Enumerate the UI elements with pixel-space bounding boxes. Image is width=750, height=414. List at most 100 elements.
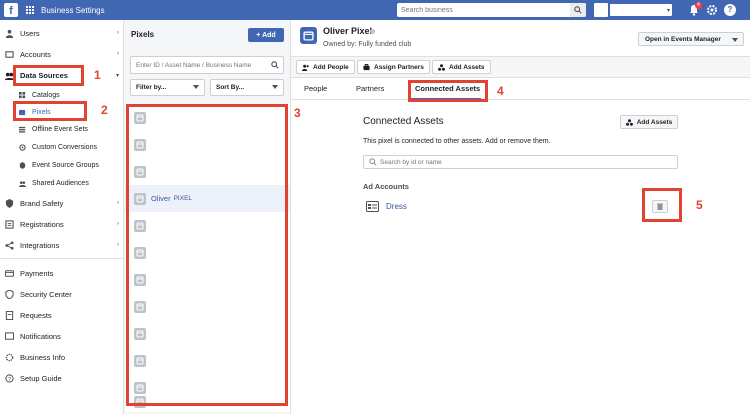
- partners-icon: [363, 63, 370, 70]
- pixels-panel-title: Pixels: [131, 30, 155, 39]
- add-assets-label: Add Assets: [636, 118, 673, 126]
- sidebar-item-label: Users: [20, 28, 40, 38]
- notifications-icon: [5, 331, 14, 340]
- filter-dropdown[interactable]: Filter by...: [130, 79, 205, 96]
- pixel-search: [130, 56, 284, 74]
- pixel-icon: [300, 27, 317, 44]
- sidebar-item-accounts[interactable]: Accounts ›: [0, 45, 124, 63]
- business-search: [397, 3, 586, 17]
- sidebar-item-label: Business Info: [20, 352, 66, 362]
- ad-account-link[interactable]: Dress: [386, 202, 407, 211]
- asset-search-input[interactable]: [377, 158, 677, 166]
- shield-icon: [5, 198, 14, 208]
- payments-icon: [5, 269, 14, 277]
- shared-audiences-icon: [19, 180, 26, 187]
- assets-icon: [625, 118, 633, 126]
- integrations-icon: [5, 240, 14, 250]
- sidebar-subitem-label: Shared Audiences: [32, 179, 89, 187]
- ad-accounts-heading: Ad Accounts: [363, 182, 409, 191]
- sidebar-item-label: Accounts: [20, 49, 51, 59]
- gear-icon[interactable]: [706, 4, 718, 16]
- chevron-right-icon: ›: [117, 242, 119, 248]
- sidebar-item-business-info[interactable]: Business Info: [0, 348, 124, 366]
- filter-dropdown-label: Filter by...: [136, 84, 167, 91]
- app-title: Business Settings: [41, 5, 105, 15]
- pixel-header: Oliver Pixel Owned by: Fully funded club…: [291, 20, 750, 57]
- sidebar-item-label: Setup Guide: [20, 373, 62, 383]
- sidebar-item-users[interactable]: Users ›: [0, 24, 124, 42]
- sidebar-subitem-custom-conversions[interactable]: Custom Conversions: [0, 139, 124, 155]
- assign-partners-label: Assign Partners: [374, 63, 424, 71]
- sidebar-item-integrations[interactable]: Integrations ›: [0, 236, 124, 254]
- sidebar-item-label: Brand Safety: [20, 198, 64, 208]
- sidebar-divider: [0, 258, 124, 259]
- sidebar-subitem-label: Event Source Groups: [32, 161, 99, 169]
- chevron-down-icon: [272, 85, 278, 89]
- accounts-icon: [5, 50, 14, 58]
- search-icon[interactable]: [570, 3, 586, 17]
- open-in-events-manager-button[interactable]: Open in Events Manager: [638, 32, 744, 46]
- notification-badge: 4: [695, 2, 702, 9]
- add-assets-button-secondary[interactable]: Add Assets: [620, 115, 678, 129]
- business-account-switcher[interactable]: ▾: [594, 3, 676, 17]
- highlight-box-2: [13, 101, 87, 121]
- facebook-logo[interactable]: f: [4, 3, 18, 17]
- sort-dropdown-label: Sort By...: [216, 84, 245, 91]
- add-assets-button[interactable]: Add Assets: [432, 60, 491, 74]
- page-title: Oliver Pixel: [323, 26, 373, 36]
- sidebar-item-setup-guide[interactable]: ? Setup Guide: [0, 369, 124, 387]
- add-people-label: Add People: [313, 63, 349, 71]
- open-in-events-manager-label: Open in Events Manager: [645, 35, 721, 43]
- add-pixel-button[interactable]: + Add: [248, 28, 284, 42]
- chevron-right-icon: ›: [117, 30, 119, 36]
- connected-assets-description: This pixel is connected to other assets.…: [363, 138, 551, 145]
- add-person-icon: [302, 64, 309, 71]
- add-people-button[interactable]: Add People: [296, 60, 355, 74]
- catalog-icon: [19, 91, 26, 98]
- search-icon: [369, 158, 377, 166]
- sidebar-subitem-offline-event-sets[interactable]: Offline Event Sets: [0, 121, 124, 137]
- help-icon[interactable]: ?: [724, 4, 736, 16]
- offline-events-icon: [19, 126, 26, 133]
- sidebar-subitem-event-source-groups[interactable]: Event Source Groups: [0, 157, 124, 173]
- sidebar-item-security-center[interactable]: Security Center: [0, 285, 124, 303]
- registrations-icon: [5, 219, 14, 229]
- action-bar: Add People Assign Partners Add Assets: [291, 57, 750, 78]
- chevron-right-icon: ›: [117, 221, 119, 227]
- sidebar-item-registrations[interactable]: Registrations ›: [0, 215, 124, 233]
- ad-account-icon: [366, 201, 379, 212]
- chevron-down-icon: [193, 85, 199, 89]
- sort-dropdown[interactable]: Sort By...: [210, 79, 284, 96]
- svg-text:?: ?: [8, 376, 11, 382]
- assign-partners-button[interactable]: Assign Partners: [357, 60, 430, 74]
- highlight-box-1: [13, 65, 84, 86]
- business-search-input[interactable]: [397, 6, 570, 14]
- owner-text: Owned by: Fully funded club: [323, 41, 412, 48]
- sidebar-item-notifications[interactable]: Notifications: [0, 327, 124, 345]
- annotation-number: 2: [101, 103, 108, 117]
- assets-icon: [438, 63, 445, 71]
- chevron-right-icon: ›: [117, 200, 119, 206]
- sidebar-subitem-label: Custom Conversions: [32, 143, 97, 151]
- sidebar-item-payments[interactable]: Payments: [0, 264, 124, 282]
- sidebar-item-requests[interactable]: Requests: [0, 306, 124, 324]
- sidebar-item-label: Payments: [20, 268, 54, 278]
- highlight-box-5: [642, 188, 682, 222]
- sidebar-item-brand-safety[interactable]: Brand Safety ›: [0, 194, 124, 212]
- event-source-groups-icon: [19, 161, 26, 169]
- chevron-down-icon: [732, 38, 738, 42]
- pixel-search-input[interactable]: [131, 61, 271, 69]
- sidebar-item-label: Security Center: [20, 289, 72, 299]
- chevron-right-icon: ›: [117, 51, 119, 57]
- apps-grid-icon[interactable]: [26, 5, 35, 15]
- tab-people[interactable]: People: [304, 84, 327, 93]
- requests-icon: [5, 310, 14, 320]
- status-dot-icon: [370, 29, 375, 34]
- connected-assets-title: Connected Assets: [363, 116, 444, 127]
- sidebar-item-label: Registrations: [20, 219, 64, 229]
- sidebar-subitem-shared-audiences[interactable]: Shared Audiences: [0, 175, 124, 191]
- annotation-number: 1: [94, 68, 101, 82]
- tab-partners[interactable]: Partners: [356, 84, 384, 93]
- sidebar-subitem-label: Catalogs: [32, 91, 60, 99]
- setup-guide-icon: ?: [5, 373, 14, 382]
